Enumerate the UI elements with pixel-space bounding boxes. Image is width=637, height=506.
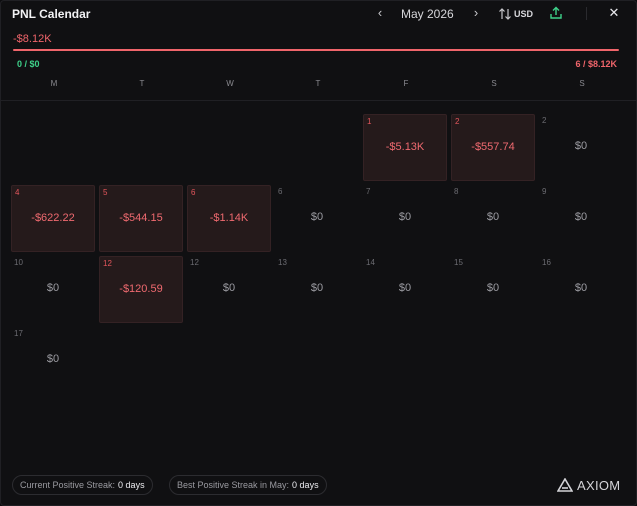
day-number: 4 — [15, 188, 20, 197]
weekday-label: F — [403, 79, 409, 88]
header-divider — [586, 7, 587, 20]
brand-logo: AXIOM — [557, 477, 620, 493]
day-pnl-amount: $0 — [398, 282, 412, 294]
chevron-left-icon[interactable]: ‹ — [373, 5, 387, 21]
share-upload-icon[interactable] — [549, 6, 563, 20]
weekday-label: M — [50, 79, 58, 88]
day-pnl-amount: -$622.22 — [31, 212, 75, 224]
day-number: 6 — [191, 188, 196, 197]
day-number: 12 — [103, 259, 112, 268]
calendar-day-cell[interactable]: 12 -$120.59 — [99, 256, 183, 323]
currency-toggle[interactable]: USD — [498, 6, 533, 22]
day-pnl-amount: -$120.59 — [119, 283, 163, 295]
day-number: 12 — [190, 258, 199, 267]
day-pnl-amount: -$544.15 — [119, 212, 163, 224]
calendar-day-cell[interactable]: 9 $0 — [539, 185, 623, 252]
day-pnl-amount: -$1.14K — [209, 212, 249, 224]
day-number: 2 — [455, 117, 460, 126]
weekday-label: T — [315, 79, 321, 88]
day-number: 8 — [454, 187, 459, 196]
calendar-day-cell[interactable]: 2 -$557.74 — [451, 114, 535, 181]
best-streak-pill: Best Positive Streak in May: 0 days — [169, 475, 327, 495]
weekday-label: S — [491, 79, 497, 88]
month-label: May 2026 — [401, 7, 454, 21]
win-count: 0 / $0 — [17, 59, 40, 69]
weekday-label: T — [139, 79, 145, 88]
header: PNL Calendar ‹ May 2026 › USD ✕ — [1, 1, 636, 27]
day-pnl-amount: -$557.74 — [471, 141, 515, 153]
day-number: 14 — [366, 258, 375, 267]
calendar-day-cell[interactable]: 13 $0 — [275, 256, 359, 323]
day-number: 1 — [367, 117, 372, 126]
calendar-day-cell[interactable]: 12 $0 — [187, 256, 271, 323]
pnl-ratio-bar — [13, 49, 619, 51]
day-pnl-amount: $0 — [574, 211, 588, 223]
calendar-day-cell[interactable]: 6 -$1.14K — [187, 185, 271, 252]
day-number: 17 — [14, 329, 23, 338]
day-number: 6 — [278, 187, 283, 196]
axiom-logo-icon — [557, 478, 573, 492]
calendar-day-cell[interactable]: 15 $0 — [451, 256, 535, 323]
panel-title: PNL Calendar — [12, 7, 91, 21]
day-pnl-amount: -$5.13K — [385, 141, 425, 153]
day-pnl-amount: $0 — [222, 282, 236, 294]
day-number: 15 — [454, 258, 463, 267]
day-pnl-amount: $0 — [310, 282, 324, 294]
best-streak-label: Best Positive Streak in May: — [177, 480, 290, 490]
day-pnl-amount: $0 — [46, 353, 60, 365]
close-icon[interactable]: ✕ — [607, 5, 621, 21]
day-pnl-amount: $0 — [398, 211, 412, 223]
chevron-right-icon[interactable]: › — [469, 5, 483, 21]
current-streak-value: 0 days — [118, 480, 145, 490]
calendar-grid: 1 -$5.13K 2 -$557.74 2 $0 4 -$622.22 5 -$544.15 6 -… — [11, 114, 631, 414]
day-pnl-amount: $0 — [486, 211, 500, 223]
currency-label: USD — [514, 9, 534, 19]
day-pnl-amount: $0 — [574, 140, 588, 152]
day-pnl-amount: $0 — [574, 282, 588, 294]
calendar-day-cell[interactable]: 1 -$5.13K — [363, 114, 447, 181]
day-pnl-amount: $0 — [46, 282, 60, 294]
calendar-day-cell[interactable]: 8 $0 — [451, 185, 535, 252]
day-pnl-amount: $0 — [310, 211, 324, 223]
day-number: 16 — [542, 258, 551, 267]
day-number: 2 — [542, 116, 547, 125]
calendar-day-cell[interactable]: 4 -$622.22 — [11, 185, 95, 252]
loss-count: 6 / $8.12K — [575, 59, 617, 69]
calendar-day-cell[interactable]: 14 $0 — [363, 256, 447, 323]
section-divider — [1, 100, 636, 101]
day-number: 10 — [14, 258, 23, 267]
current-streak-pill: Current Positive Streak: 0 days — [12, 475, 153, 495]
calendar-day-cell[interactable]: 6 $0 — [275, 185, 359, 252]
current-streak-label: Current Positive Streak: — [20, 480, 116, 490]
calendar-day-cell[interactable]: 10 $0 — [11, 256, 95, 323]
total-pnl-value: -$8.12K — [13, 33, 52, 45]
best-streak-value: 0 days — [292, 480, 319, 490]
sort-arrows-icon — [499, 8, 511, 20]
day-number: 7 — [366, 187, 371, 196]
calendar-day-cell[interactable]: 5 -$544.15 — [99, 185, 183, 252]
day-number: 13 — [278, 258, 287, 267]
day-pnl-amount: $0 — [486, 282, 500, 294]
day-number: 9 — [542, 187, 547, 196]
calendar-day-cell[interactable]: 7 $0 — [363, 185, 447, 252]
weekday-label: S — [579, 79, 585, 88]
calendar-day-cell[interactable]: 16 $0 — [539, 256, 623, 323]
footer: Current Positive Streak: 0 days Best Pos… — [1, 471, 636, 501]
brand-name: AXIOM — [577, 477, 621, 493]
weekday-label: W — [226, 79, 234, 88]
calendar-day-cell[interactable]: 17 $0 — [11, 327, 95, 394]
calendar-day-cell[interactable]: 2 $0 — [539, 114, 623, 181]
pnl-calendar-panel: PNL Calendar ‹ May 2026 › USD ✕ -$8.12K … — [0, 0, 637, 506]
day-number: 5 — [103, 188, 108, 197]
weekday-header: MTWTFSS — [11, 79, 625, 91]
